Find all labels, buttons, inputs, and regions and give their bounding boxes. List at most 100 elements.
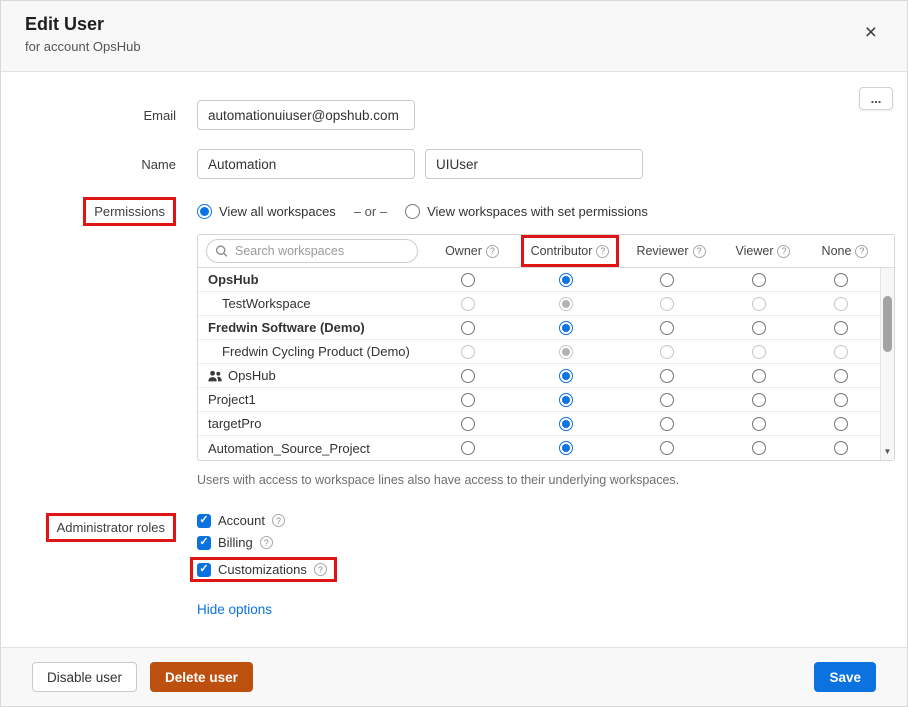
- permission-radio-viewer: [752, 297, 766, 311]
- users-icon: [208, 370, 222, 382]
- permission-radio-reviewer[interactable]: [660, 369, 674, 383]
- permission-radio-owner[interactable]: [461, 393, 475, 407]
- help-icon[interactable]: ?: [314, 563, 327, 576]
- table-scrollbar[interactable]: ▼: [880, 268, 894, 460]
- table-row: Project1: [198, 388, 894, 412]
- help-icon[interactable]: ?: [855, 245, 868, 258]
- permission-radio-contributor: [559, 297, 573, 311]
- permission-radio-contributor[interactable]: [559, 369, 573, 383]
- table-row: Automation_Source_Project: [198, 436, 894, 460]
- permission-radio-owner[interactable]: [461, 369, 475, 383]
- permission-radio-reviewer[interactable]: [660, 417, 674, 431]
- column-label: Reviewer: [636, 244, 688, 258]
- workspace-name: Fredwin Cycling Product (Demo): [198, 344, 422, 359]
- scroll-down-arrow-icon[interactable]: ▼: [881, 445, 894, 459]
- permission-radio-owner: [461, 297, 475, 311]
- radio-icon[interactable]: [197, 204, 212, 219]
- permission-radio-reviewer[interactable]: [660, 393, 674, 407]
- permission-radio-none[interactable]: [834, 417, 848, 431]
- permission-radio-viewer[interactable]: [752, 417, 766, 431]
- workspace-name: Fredwin Software (Demo): [198, 320, 422, 335]
- permission-radio-contributor[interactable]: [559, 441, 573, 455]
- checkbox-icon[interactable]: [197, 563, 211, 577]
- dialog-header: Edit User for account OpsHub ×: [1, 1, 907, 72]
- scrollbar-thumb[interactable]: [883, 296, 892, 352]
- help-icon[interactable]: ?: [777, 245, 790, 258]
- close-icon[interactable]: ×: [865, 22, 877, 58]
- permission-radio-viewer[interactable]: [752, 321, 766, 335]
- workspace-name: OpsHub: [198, 368, 422, 383]
- hide-options-link[interactable]: Hide options: [197, 602, 272, 617]
- help-icon[interactable]: ?: [272, 514, 285, 527]
- permission-radio-viewer[interactable]: [752, 273, 766, 287]
- dialog-subtitle: for account OpsHub: [25, 39, 141, 54]
- first-name-field[interactable]: [197, 149, 415, 179]
- column-label: None: [822, 244, 852, 258]
- help-icon[interactable]: ?: [596, 245, 609, 258]
- admin-role-billing[interactable]: Billing?: [197, 535, 273, 550]
- table-row: OpsHub: [198, 268, 894, 292]
- permission-radio-viewer[interactable]: [752, 393, 766, 407]
- view-all-workspaces-radio[interactable]: View all workspaces: [197, 204, 336, 219]
- admin-role-account[interactable]: Account?: [197, 513, 285, 528]
- disable-user-button[interactable]: Disable user: [32, 662, 137, 692]
- delete-user-button[interactable]: Delete user: [150, 662, 253, 692]
- checkbox-icon[interactable]: [197, 514, 211, 528]
- permission-radio-owner[interactable]: [461, 417, 475, 431]
- name-label: Name: [1, 157, 189, 172]
- workspace-table-row: Owner?Contributor?Reviewer?Viewer?None? …: [1, 234, 907, 487]
- search-input[interactable]: [206, 239, 418, 263]
- workspace-name: Automation_Source_Project: [198, 441, 422, 456]
- help-icon[interactable]: ?: [260, 536, 273, 549]
- permission-radio-none[interactable]: [834, 273, 848, 287]
- workspace-name: TestWorkspace: [198, 296, 422, 311]
- save-button[interactable]: Save: [814, 662, 876, 692]
- help-icon[interactable]: ?: [693, 245, 706, 258]
- permission-radio-none[interactable]: [834, 321, 848, 335]
- page-title: Edit User: [25, 14, 141, 35]
- last-name-field[interactable]: [425, 149, 643, 179]
- permission-radio-contributor[interactable]: [559, 273, 573, 287]
- contributor-annotation-box: Contributor?: [521, 235, 620, 267]
- edit-user-dialog: Edit User for account OpsHub × ... Email…: [0, 0, 908, 707]
- permission-radio-reviewer[interactable]: [660, 273, 674, 287]
- email-field[interactable]: [197, 100, 415, 130]
- permission-radio-none[interactable]: [834, 441, 848, 455]
- workspace-name: targetPro: [198, 416, 422, 431]
- permission-radio-contributor[interactable]: [559, 321, 573, 335]
- permission-radio-contributor[interactable]: [559, 393, 573, 407]
- permission-radio-none: [834, 297, 848, 311]
- permission-radio-viewer[interactable]: [752, 369, 766, 383]
- workspace-name-text: OpsHub: [208, 272, 259, 287]
- radio-icon[interactable]: [405, 204, 420, 219]
- dialog-footer: Disable user Delete user Save: [1, 647, 907, 706]
- column-header-owner: Owner?: [426, 244, 518, 258]
- email-row: Email: [1, 100, 907, 130]
- permission-radio-none[interactable]: [834, 393, 848, 407]
- permission-radio-viewer[interactable]: [752, 441, 766, 455]
- permission-radio-reviewer: [660, 297, 674, 311]
- permission-radio-owner: [461, 345, 475, 359]
- view-set-permissions-radio[interactable]: View workspaces with set permissions: [405, 204, 648, 219]
- dialog-body: ... Email Name Permissions View all work…: [1, 72, 907, 647]
- workspace-name-text: Fredwin Software (Demo): [208, 320, 365, 335]
- admin-role-customizations[interactable]: Customizations?: [190, 557, 337, 582]
- permission-radio-reviewer: [660, 345, 674, 359]
- permission-radio-contributor: [559, 345, 573, 359]
- more-options-button[interactable]: ...: [859, 87, 893, 110]
- permissions-label: Permissions: [94, 204, 165, 219]
- search-icon: [215, 245, 228, 258]
- view-set-permissions-label: View workspaces with set permissions: [427, 204, 648, 219]
- permission-radio-owner[interactable]: [461, 441, 475, 455]
- workspace-permissions-table: Owner?Contributor?Reviewer?Viewer?None? …: [197, 234, 895, 461]
- permission-radio-none: [834, 345, 848, 359]
- checkbox-icon[interactable]: [197, 536, 211, 550]
- help-icon[interactable]: ?: [486, 245, 499, 258]
- permission-radio-owner[interactable]: [461, 273, 475, 287]
- permission-radio-owner[interactable]: [461, 321, 475, 335]
- permission-radio-reviewer[interactable]: [660, 441, 674, 455]
- permission-radio-reviewer[interactable]: [660, 321, 674, 335]
- permission-radio-contributor[interactable]: [559, 417, 573, 431]
- table-row: OpsHub: [198, 364, 894, 388]
- permission-radio-none[interactable]: [834, 369, 848, 383]
